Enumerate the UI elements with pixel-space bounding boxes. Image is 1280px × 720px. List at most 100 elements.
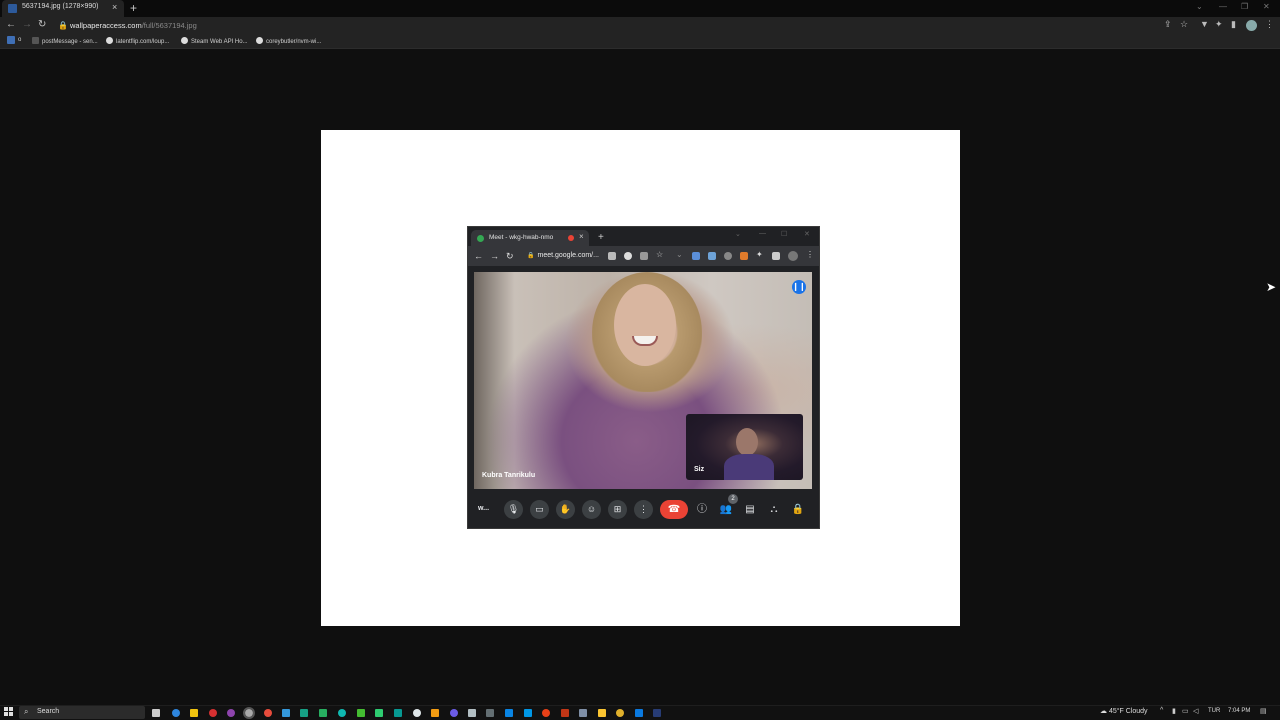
google-lens-icon (624, 252, 632, 260)
meet-tab-title: Meet - wkg-hwab-nmo (489, 234, 554, 241)
chat-icon: ▤ (745, 504, 755, 515)
close-window-icon[interactable]: ✕ (1263, 2, 1270, 11)
network-icon[interactable]: ▭ (1182, 707, 1189, 715)
app-purple-icon[interactable] (227, 709, 235, 717)
browser-tab-active[interactable]: 5637194.jpg (1278×990) × (2, 0, 124, 17)
meet-menu-icon: ⋮ (806, 250, 814, 259)
raise-hand-icon: ✋ (556, 500, 575, 519)
app-slate-icon[interactable] (579, 709, 587, 717)
meet-filter-icon: ⌄ (676, 250, 683, 259)
profile-avatar-icon[interactable] (1246, 20, 1257, 31)
bookmark-label: coreybutler/nvm-wi... (266, 39, 322, 45)
app-gray2-icon[interactable] (486, 709, 494, 717)
app-active-icon[interactable] (243, 707, 255, 719)
page-icon (32, 37, 39, 44)
bookmark-star-icon[interactable]: ☆ (1180, 19, 1188, 30)
app-navy-icon[interactable] (653, 709, 661, 717)
meet-tab-search-icon: ⌄ (735, 231, 741, 238)
reload-icon[interactable]: ↻ (38, 19, 46, 30)
meet-minimize-icon: — (759, 230, 766, 237)
taskbar-search[interactable]: ⌕ Search (19, 706, 145, 719)
clock[interactable]: 7:04 PM (1228, 708, 1250, 714)
bookmark-label: postMessage - sen... (42, 39, 98, 45)
globe-icon (106, 37, 113, 44)
meet-address-bar: 🔒 meet.google.com/... (527, 252, 599, 259)
meet-reload-icon: ↻ (506, 251, 514, 261)
address-bar[interactable]: 🔒 wallpaperaccess.com/full/5637194.jpg (50, 19, 1160, 33)
close-tab-icon[interactable]: × (112, 2, 117, 12)
extension-fox-icon (740, 252, 748, 260)
tab-search-icon[interactable]: ⌄ (1196, 2, 1203, 11)
meet-video-area: ❙❙ Kubra Tanrikulu Siz (474, 272, 812, 489)
extension-blue-icon (692, 252, 700, 260)
edge-icon[interactable] (172, 709, 180, 717)
opera-icon[interactable] (209, 709, 217, 717)
main-participant-name: Kubra Tanrikulu (482, 472, 536, 479)
bookmark-0[interactable]: o (18, 37, 21, 43)
side-panel-icon[interactable]: ▮ (1231, 19, 1236, 30)
app-dark-teal-icon[interactable] (394, 709, 402, 717)
app-cyan-icon[interactable] (338, 709, 346, 717)
bookmark-2[interactable]: latentflip.com/loup... (106, 37, 169, 45)
notifications-icon[interactable]: ▤ (1260, 707, 1267, 715)
task-view-icon[interactable] (152, 709, 160, 717)
bookmark-label: Steam Web API Ho... (191, 39, 248, 45)
microphone-tray-icon[interactable]: ▮ (1172, 707, 1176, 715)
meet-favicon-icon (477, 235, 484, 242)
app-green-icon[interactable] (319, 709, 327, 717)
minimize-window-icon[interactable]: — (1219, 2, 1227, 11)
bookmark-label: latentflip.com/loup... (116, 39, 170, 45)
app-white-icon[interactable] (413, 709, 421, 717)
app-blue2-icon[interactable] (524, 709, 532, 717)
meet-close-window-icon: ✕ (804, 231, 810, 238)
recording-dot-icon (568, 235, 574, 241)
meet-url-text: meet.google.com/... (537, 252, 599, 259)
app-green2-icon[interactable] (375, 709, 383, 717)
share-icon[interactable]: ⇪ (1164, 19, 1172, 30)
extensions-puzzle-icon[interactable]: ✦ (1215, 19, 1223, 30)
app-gray-icon[interactable] (468, 709, 476, 717)
steam-icon[interactable] (282, 709, 290, 717)
vscode-icon[interactable] (635, 709, 643, 717)
windows-start-icon[interactable] (4, 707, 14, 717)
bookmark-4[interactable]: coreybutler/nvm-wi... (256, 37, 321, 45)
speaking-indicator-icon: ❙❙ (792, 280, 806, 294)
extension-filter-icon[interactable]: ▼ (1200, 19, 1209, 29)
meet-forward-icon: → (490, 251, 499, 261)
end-call-icon: ☎ (660, 500, 688, 519)
back-arrow-icon[interactable]: ← (6, 19, 16, 30)
reactions-icon: ☺ (582, 500, 601, 519)
bookmark-3[interactable]: Steam Web API Ho... (181, 37, 248, 45)
lock-icon: 🔒 (58, 21, 68, 30)
app-darkred-icon[interactable] (561, 709, 569, 717)
mouse-cursor-icon: ➤ (1266, 280, 1277, 294)
language-indicator[interactable]: TUR (1208, 708, 1220, 714)
discord-icon[interactable] (450, 709, 458, 717)
bookmark-1[interactable]: postMessage - sen... (32, 37, 98, 45)
file-explorer-icon[interactable] (190, 709, 198, 717)
app-teal-icon[interactable] (300, 709, 308, 717)
app-lime-icon[interactable] (357, 709, 365, 717)
search-icon: ⌕ (24, 707, 29, 716)
forward-arrow-icon[interactable]: → (22, 19, 32, 30)
apps-grid-icon[interactable] (7, 36, 15, 44)
meet-lock-icon: 🔒 (527, 253, 535, 259)
browser-menu-icon[interactable]: ⋮ (1265, 19, 1274, 30)
tray-chevron-icon[interactable]: ^ (1160, 707, 1163, 714)
restore-window-icon[interactable]: ❐ (1241, 2, 1248, 11)
app-yellow-icon[interactable] (598, 709, 606, 717)
meet-star-icon: ☆ (656, 250, 664, 259)
more-options-icon: ⋮ (634, 500, 653, 519)
new-tab-button[interactable]: + (130, 1, 137, 15)
chrome-icon[interactable] (264, 709, 272, 717)
cloud-icon: ☁ (1100, 708, 1109, 715)
volume-icon[interactable]: ◁ (1193, 707, 1198, 715)
app-blue-icon[interactable] (505, 709, 513, 717)
weather-widget[interactable]: ☁ 45°F Cloudy (1100, 707, 1148, 715)
app-red-icon[interactable] (542, 709, 550, 717)
camera-icon (608, 252, 616, 260)
host-controls-icon: 🔒 (791, 504, 805, 515)
app-orange-icon[interactable] (431, 709, 439, 717)
app-gold-icon[interactable] (616, 709, 624, 717)
url-host: wallpaperaccess.com (70, 21, 142, 30)
